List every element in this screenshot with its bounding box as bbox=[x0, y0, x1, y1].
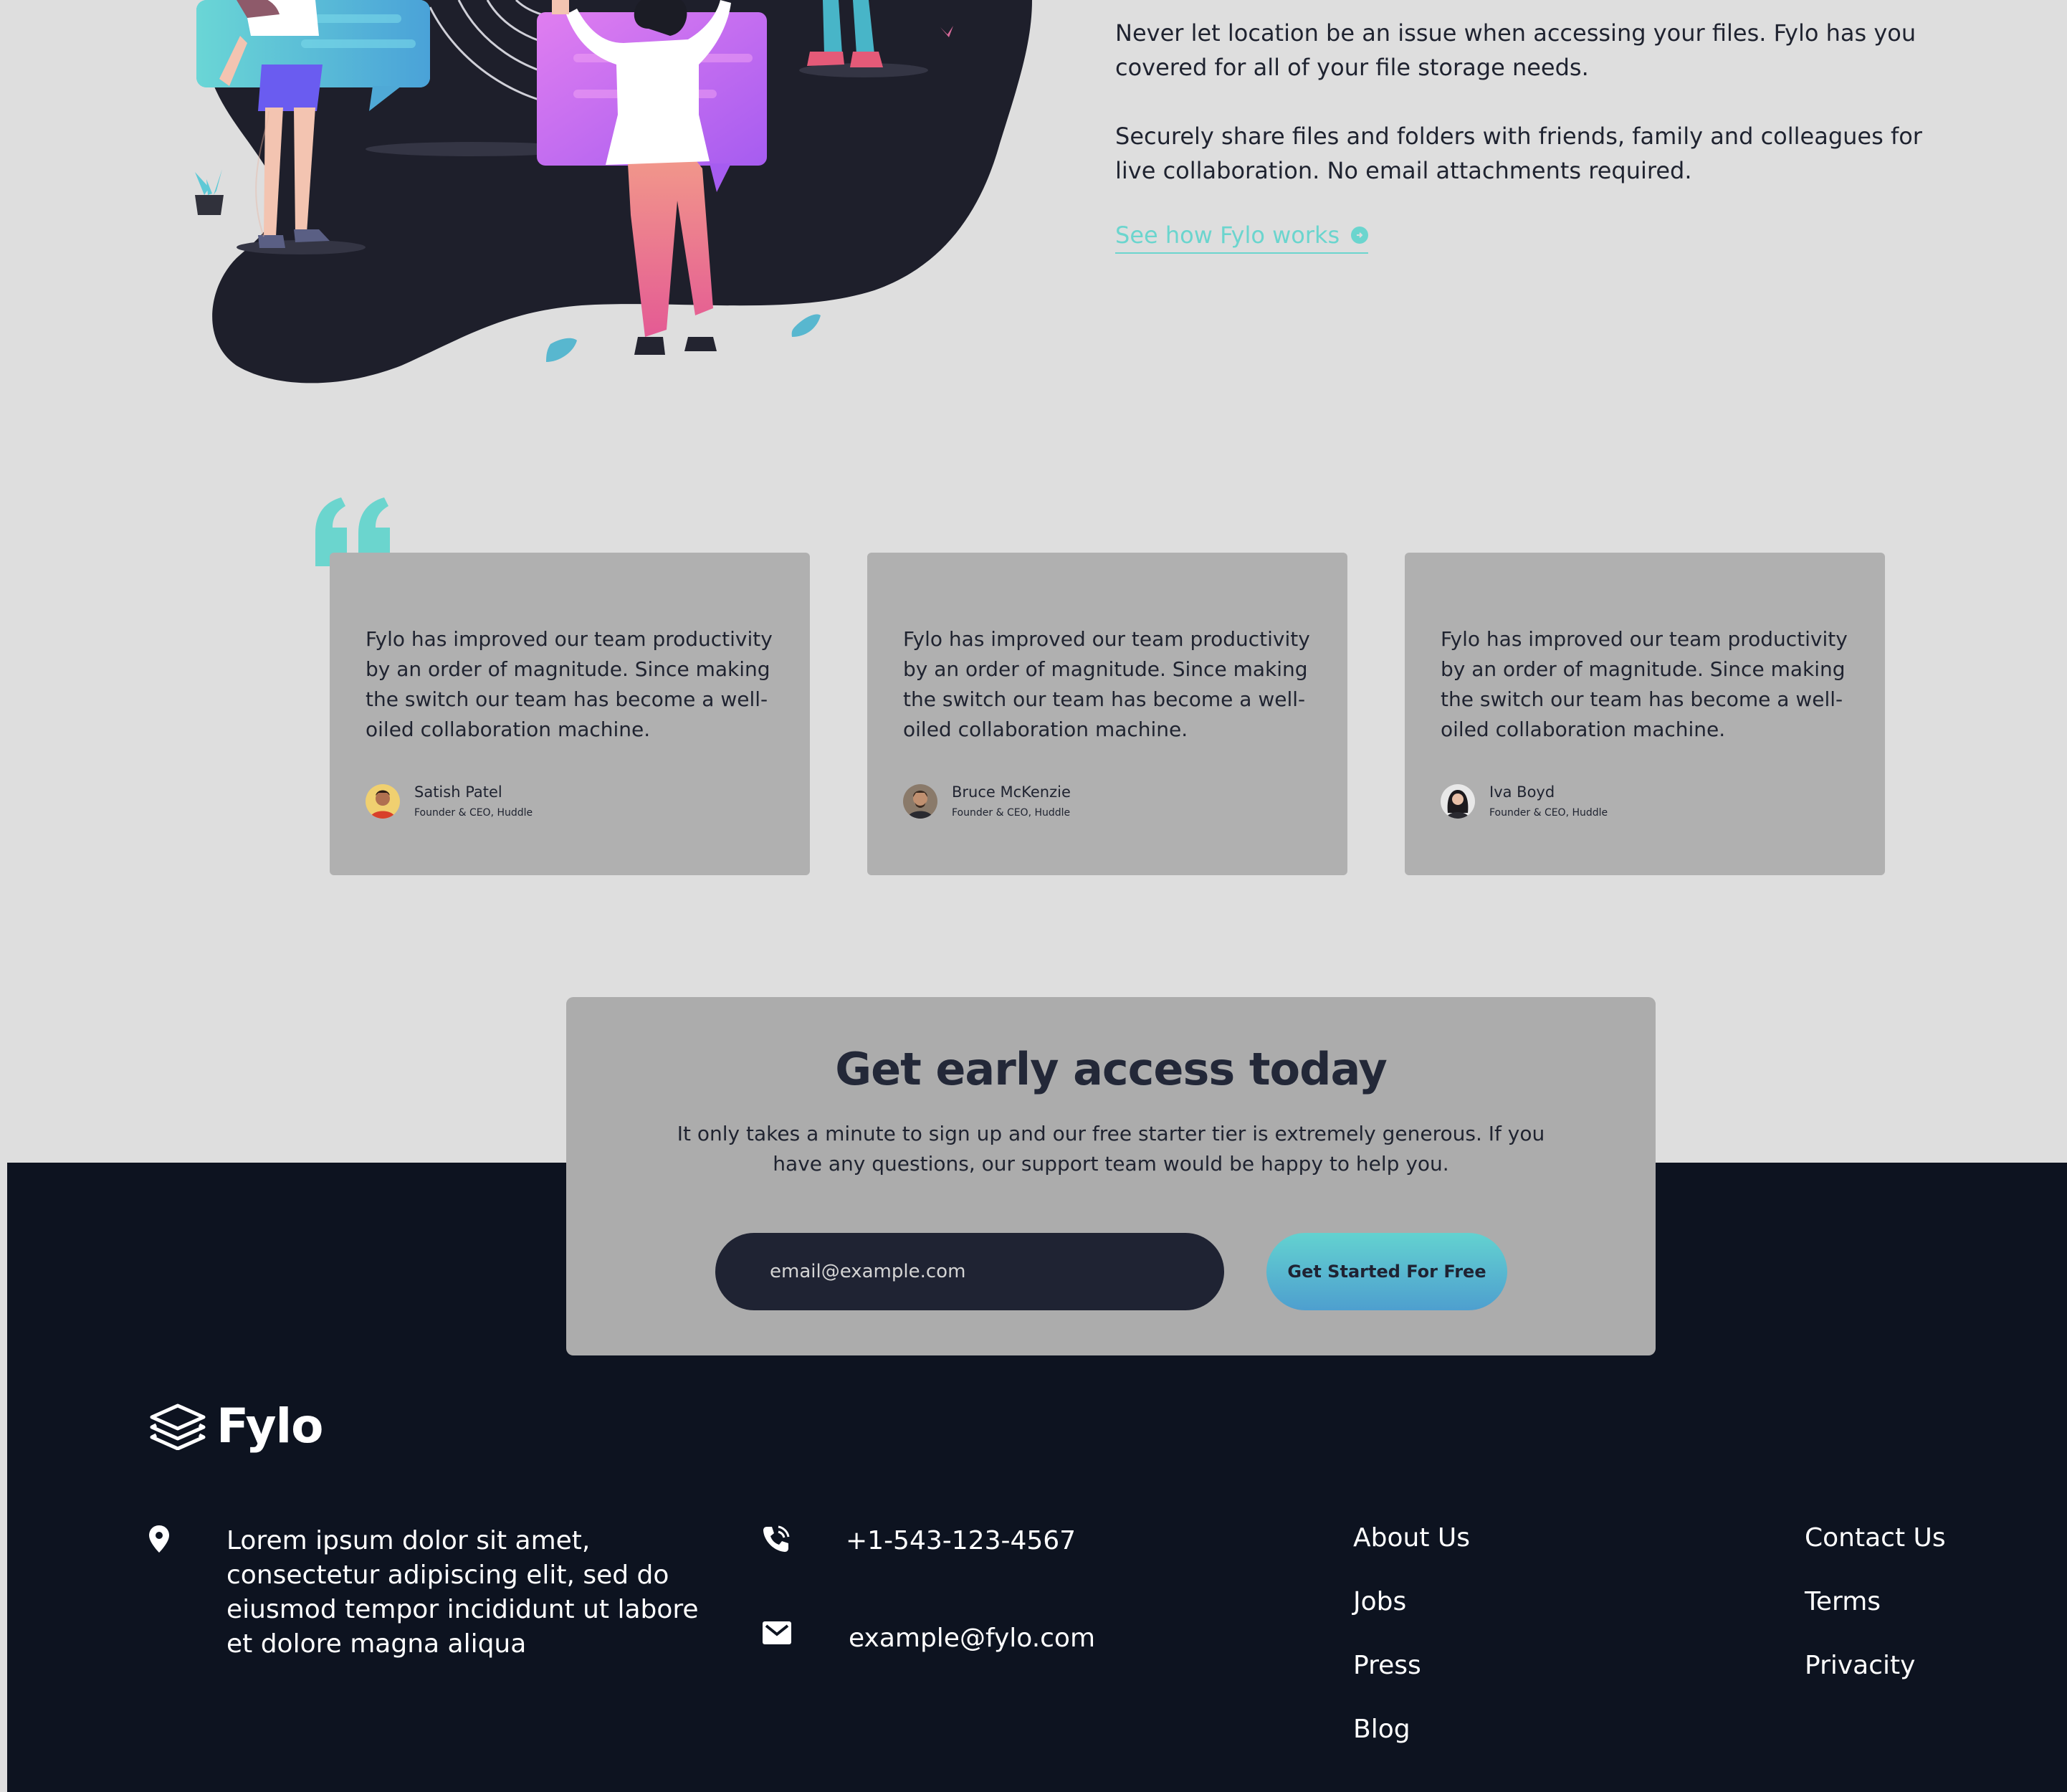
get-started-button[interactable]: Get Started For Free bbox=[1266, 1233, 1507, 1310]
testimonial-name: Iva Boyd bbox=[1489, 783, 1555, 801]
testimonial-author: Satish Patel Founder & CEO, Huddle bbox=[366, 782, 533, 821]
location-pin-icon bbox=[149, 1525, 169, 1553]
footer-link-terms[interactable]: Terms bbox=[1805, 1585, 1881, 1619]
avatar bbox=[366, 784, 400, 819]
hero-paragraph-location: Never let location be an issue when acce… bbox=[1115, 19, 1916, 81]
footer-link-about-us[interactable]: About Us bbox=[1353, 1521, 1470, 1555]
early-access-section: Get early access today It only takes a m… bbox=[566, 997, 1656, 1355]
footer-logo[interactable]: Fylo bbox=[149, 1398, 323, 1455]
logo-text: Fylo bbox=[216, 1398, 323, 1454]
early-access-title: Get early access today bbox=[835, 1043, 1388, 1095]
testimonial-author: Bruce McKenzie Founder & CEO, Huddle bbox=[903, 782, 1071, 821]
footer-address: Lorem ipsum dolor sit amet, consectetur … bbox=[226, 1526, 699, 1659]
hero-paragraph-sharing: Securely share files and folders with fr… bbox=[1115, 123, 1922, 184]
footer-phone[interactable]: +1-543-123-4567 bbox=[846, 1524, 1076, 1558]
footer-link-privacity[interactable]: Privacity bbox=[1805, 1649, 1915, 1683]
testimonial-name: Bruce McKenzie bbox=[952, 783, 1071, 801]
stacked-layers-logo-icon bbox=[150, 1403, 206, 1450]
avatar bbox=[903, 784, 937, 819]
testimonial-name: Satish Patel bbox=[414, 783, 502, 801]
testimonial-card: Fylo has improved our team productivity … bbox=[867, 553, 1347, 875]
early-access-description: It only takes a minute to sign up and ou… bbox=[677, 1122, 1545, 1176]
see-how-link-label: See how Fylo works bbox=[1115, 221, 1340, 249]
phone-icon bbox=[763, 1525, 790, 1552]
testimonial-quote: Fylo has improved our team productivity … bbox=[366, 627, 773, 741]
avatar bbox=[1441, 784, 1475, 819]
footer-link-blog[interactable]: Blog bbox=[1353, 1712, 1410, 1747]
testimonial-title: Founder & CEO, Huddle bbox=[952, 807, 1071, 819]
footer-link-jobs[interactable]: Jobs bbox=[1353, 1585, 1406, 1619]
footer-link-contact-us[interactable]: Contact Us bbox=[1805, 1521, 1946, 1555]
footer-link-press[interactable]: Press bbox=[1353, 1649, 1421, 1683]
testimonial-title: Founder & CEO, Huddle bbox=[414, 807, 533, 819]
testimonial-card: Fylo has improved our team productivity … bbox=[330, 553, 810, 875]
see-how-fylo-works-link[interactable]: See how Fylo works bbox=[1115, 219, 1369, 254]
footer-email[interactable]: example@fylo.com bbox=[849, 1621, 1095, 1656]
email-input[interactable] bbox=[715, 1233, 1224, 1310]
testimonial-card: Fylo has improved our team productivity … bbox=[1405, 553, 1885, 875]
testimonial-quote: Fylo has improved our team productivity … bbox=[903, 627, 1310, 741]
mail-icon bbox=[763, 1621, 791, 1644]
testimonial-title: Founder & CEO, Huddle bbox=[1489, 807, 1608, 819]
arrow-right-circle-icon bbox=[1351, 227, 1369, 244]
hero-illustration bbox=[195, 0, 1032, 383]
testimonial-quote: Fylo has improved our team productivity … bbox=[1441, 627, 1848, 741]
testimonial-author: Iva Boyd Founder & CEO, Huddle bbox=[1441, 782, 1608, 821]
